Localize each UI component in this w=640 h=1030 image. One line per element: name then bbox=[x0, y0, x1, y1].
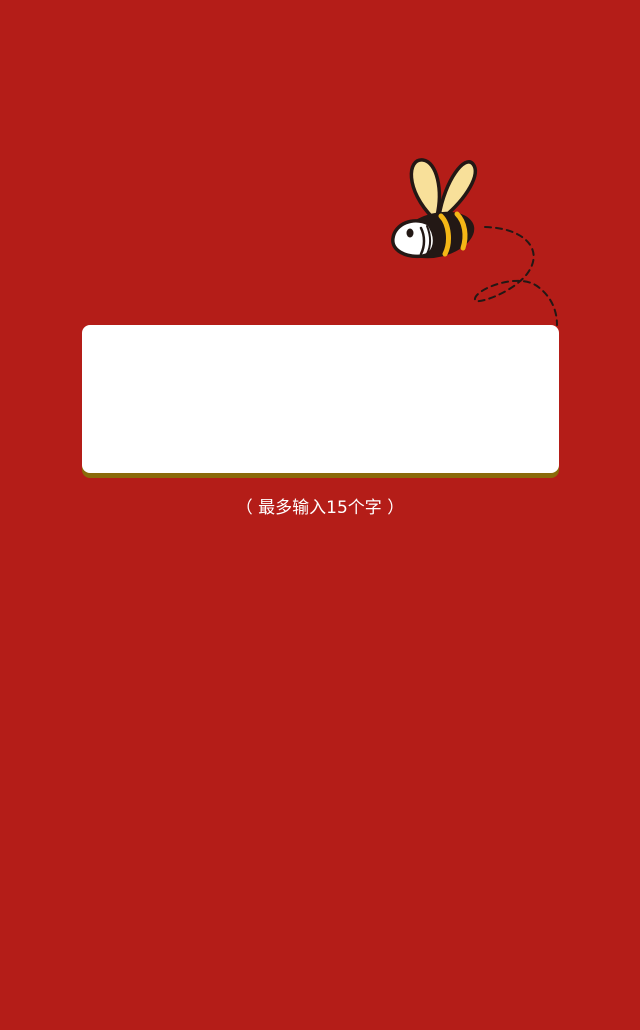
flight-path-decoration bbox=[474, 226, 558, 326]
page-background: （ 最多输入15个字 ） bbox=[0, 0, 640, 1030]
character-limit-hint: （ 最多输入15个字 ） bbox=[235, 498, 405, 518]
bee-icon bbox=[391, 158, 558, 326]
message-input[interactable] bbox=[82, 325, 559, 473]
